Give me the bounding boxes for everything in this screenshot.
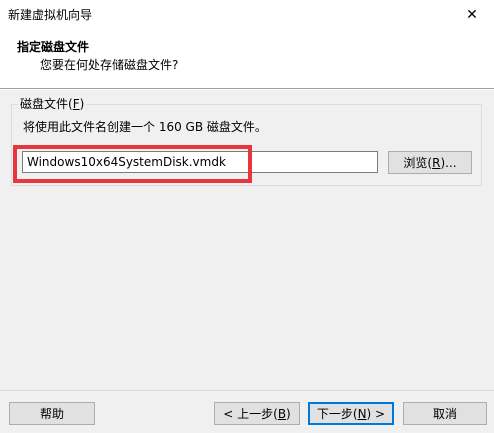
disk-file-description: 将使用此文件名创建一个 160 GB 磁盘文件。: [23, 120, 267, 134]
disk-file-name-input[interactable]: [22, 151, 378, 173]
header-divider-highlight: [0, 89, 494, 90]
browse-button[interactable]: 浏览(R)...: [388, 151, 472, 174]
page-subtitle: 您要在何处存储磁盘文件?: [40, 58, 179, 72]
wizard-header: 指定磁盘文件 您要在何处存储磁盘文件?: [0, 30, 494, 88]
footer-divider: [0, 390, 494, 391]
new-vm-wizard-window: 新建虚拟机向导 ✕ 指定磁盘文件 您要在何处存储磁盘文件? 磁盘文件(F) 将使…: [0, 0, 494, 433]
next-button[interactable]: 下一步(N) >: [308, 402, 394, 425]
title-bar: 新建虚拟机向导 ✕: [0, 0, 494, 30]
window-title: 新建虚拟机向导: [8, 8, 93, 22]
disk-file-group-label: 磁盘文件(F): [18, 97, 87, 111]
back-button[interactable]: < 上一步(B): [214, 402, 300, 425]
close-icon[interactable]: ✕: [456, 4, 488, 26]
cancel-button[interactable]: 取消: [403, 402, 487, 425]
help-button[interactable]: 帮助: [9, 402, 95, 425]
page-title: 指定磁盘文件: [17, 40, 90, 54]
